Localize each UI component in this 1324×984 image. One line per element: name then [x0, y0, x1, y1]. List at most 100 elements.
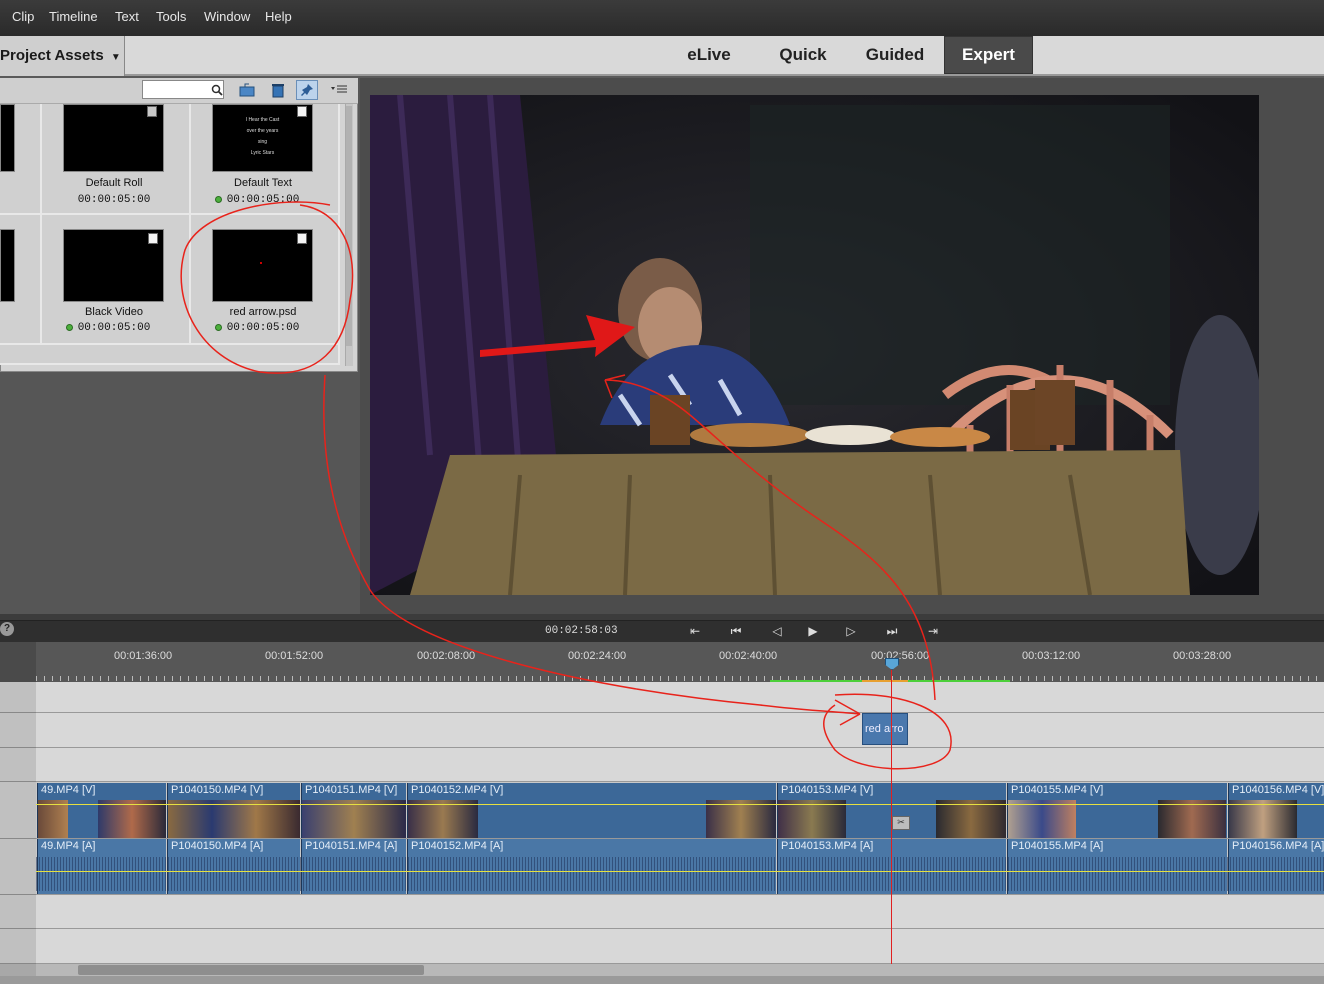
clip-label: P1040156.MP4 [A]	[1232, 840, 1324, 852]
mode-expert-button[interactable]: Expert	[944, 36, 1033, 74]
track-header[interactable]	[0, 839, 36, 895]
goto-end-icon[interactable]: ⏭	[880, 621, 904, 641]
project-assets-label: Project Assets	[0, 47, 104, 64]
clip-label: P1040150.MP4 [A]	[171, 840, 264, 852]
document-icon	[297, 233, 307, 244]
ruler-ticks	[36, 676, 1324, 681]
timeline-track[interactable]	[36, 929, 1324, 964]
asset-name: Default Text	[234, 177, 292, 189]
track-header[interactable]	[0, 782, 36, 839]
menu-clip[interactable]: Clip	[12, 9, 34, 24]
ruler-tick-label: 00:03:28:00	[1173, 650, 1232, 662]
scrollbar-corner	[0, 964, 36, 976]
chevron-down-icon: ▼	[110, 52, 121, 63]
menu-tools[interactable]: Tools	[156, 9, 186, 24]
assets-scroll-thumb[interactable]	[346, 106, 352, 346]
asset-cell-empty-row	[0, 345, 340, 365]
asset-name: Black Video	[85, 306, 143, 318]
video-clip[interactable]: P1040152.MP4 [V]	[407, 783, 776, 838]
ruler-tick-label: 00:01:52:00	[265, 650, 324, 662]
track-header[interactable]	[0, 929, 36, 964]
scissors-icon[interactable]: ✂	[892, 816, 910, 830]
clip-label: P1040150.MP4 [V]	[171, 784, 264, 796]
document-icon	[148, 233, 158, 244]
asset-duration: 00:00:05:00	[226, 194, 300, 206]
timeline-scroll-thumb[interactable]	[78, 965, 424, 975]
clip-label: P1040152.MP4 [A]	[411, 840, 504, 852]
track-header[interactable]	[0, 682, 36, 713]
timeline-track[interactable]	[36, 895, 1324, 929]
audio-volume-line	[36, 871, 1324, 872]
video-opacity-line	[36, 804, 1324, 805]
timeline-track[interactable]	[36, 713, 1324, 748]
pin-icon[interactable]	[296, 80, 318, 100]
delete-icon[interactable]	[267, 80, 289, 100]
status-bar	[0, 976, 1324, 984]
video-frame-image	[370, 95, 1259, 595]
step-back-icon[interactable]: ◁	[765, 621, 789, 641]
ruler-tick-label: 00:01:36:00	[114, 650, 173, 662]
clip-label: 49.MP4 [A]	[41, 840, 96, 852]
menu-text[interactable]: Text	[115, 9, 139, 24]
help-icon[interactable]: ?	[0, 622, 14, 636]
goto-start-icon[interactable]: ⏮	[724, 621, 748, 641]
project-assets-tab[interactable]: Project Assets ▼	[0, 36, 125, 76]
video-clip[interactable]: 49.MP4 [V]	[37, 783, 166, 838]
menu-window[interactable]: Window	[204, 9, 250, 24]
ruler-tick-label: 00:02:24:00	[568, 650, 627, 662]
clip-label: P1040151.MP4 [V]	[305, 784, 398, 796]
video-clip[interactable]: P1040150.MP4 [V]	[167, 783, 300, 838]
new-folder-icon[interactable]	[236, 80, 258, 100]
video-clip[interactable]: P1040155.MP4 [V]	[1007, 783, 1227, 838]
asset-name: Default Roll	[85, 177, 143, 189]
timeline-track[interactable]	[36, 748, 1324, 782]
red-arrow-clip[interactable]: red arro	[862, 713, 908, 745]
thumb-text-line: Lyric Stars	[250, 150, 275, 156]
track-header[interactable]	[0, 748, 36, 782]
ruler-tick-label: 00:02:40:00	[719, 650, 778, 662]
timecode-display[interactable]: 00:02:58:03	[540, 622, 675, 640]
mode-quick-button[interactable]: Quick	[762, 36, 844, 74]
track-header[interactable]	[0, 713, 36, 748]
clip-label: P1040153.MP4 [V]	[781, 784, 874, 796]
audio-waveform	[36, 857, 1324, 891]
asset-duration: 00:00:05:00	[226, 322, 300, 334]
clip-label: P1040151.MP4 [A]	[305, 840, 398, 852]
mode-bar	[0, 36, 1324, 76]
ruler-tick-label: 00:03:12:00	[1022, 650, 1081, 662]
play-icon[interactable]: ▶	[801, 621, 825, 641]
video-preview[interactable]	[370, 95, 1259, 595]
goto-out-point-icon[interactable]: ⇥	[921, 621, 945, 641]
mode-guided-button[interactable]: Guided	[853, 36, 937, 74]
clip-label: P1040153.MP4 [A]	[781, 840, 874, 852]
asset-duration: 00:00:05:00	[77, 194, 151, 206]
search-icon[interactable]	[206, 80, 228, 100]
menu-timeline[interactable]: Timeline	[49, 9, 98, 24]
video-clip[interactable]: P1040151.MP4 [V]	[301, 783, 406, 838]
ruler-corner	[0, 642, 36, 682]
timeline-track[interactable]	[36, 682, 1324, 713]
track-header[interactable]	[0, 895, 36, 929]
clip-label: P1040155.MP4 [A]	[1011, 840, 1104, 852]
ruler-tick-label: 00:02:56:00	[871, 650, 930, 662]
clip-label: P1040156.MP4 [V]	[1232, 784, 1324, 796]
document-icon	[297, 106, 307, 117]
playhead-line[interactable]	[891, 660, 892, 964]
clip-label: 49.MP4 [V]	[41, 784, 96, 796]
clip-label: P1040152.MP4 [V]	[411, 784, 504, 796]
video-clip[interactable]: P1040156.MP4 [V]	[1228, 783, 1324, 838]
thumb-text-line: over the years	[246, 128, 279, 134]
step-forward-icon[interactable]: ▷	[839, 621, 863, 641]
asset-thumbnail	[0, 229, 15, 302]
asset-thumbnail	[0, 104, 15, 172]
panel-menu-icon[interactable]	[328, 80, 350, 100]
menu-help[interactable]: Help	[265, 9, 292, 24]
goto-in-point-icon[interactable]: ⇤	[683, 621, 707, 641]
film-icon	[147, 106, 157, 117]
asset-name: red arrow.psd	[229, 306, 297, 318]
clip-label: P1040155.MP4 [V]	[1011, 784, 1104, 796]
thumb-text-line: sing	[257, 139, 268, 145]
asset-duration: 00:00:05:00	[77, 322, 151, 334]
menu-bar: Clip Timeline Text Tools Window Help	[0, 0, 1324, 36]
mode-elive-button[interactable]: eLive	[668, 36, 750, 74]
